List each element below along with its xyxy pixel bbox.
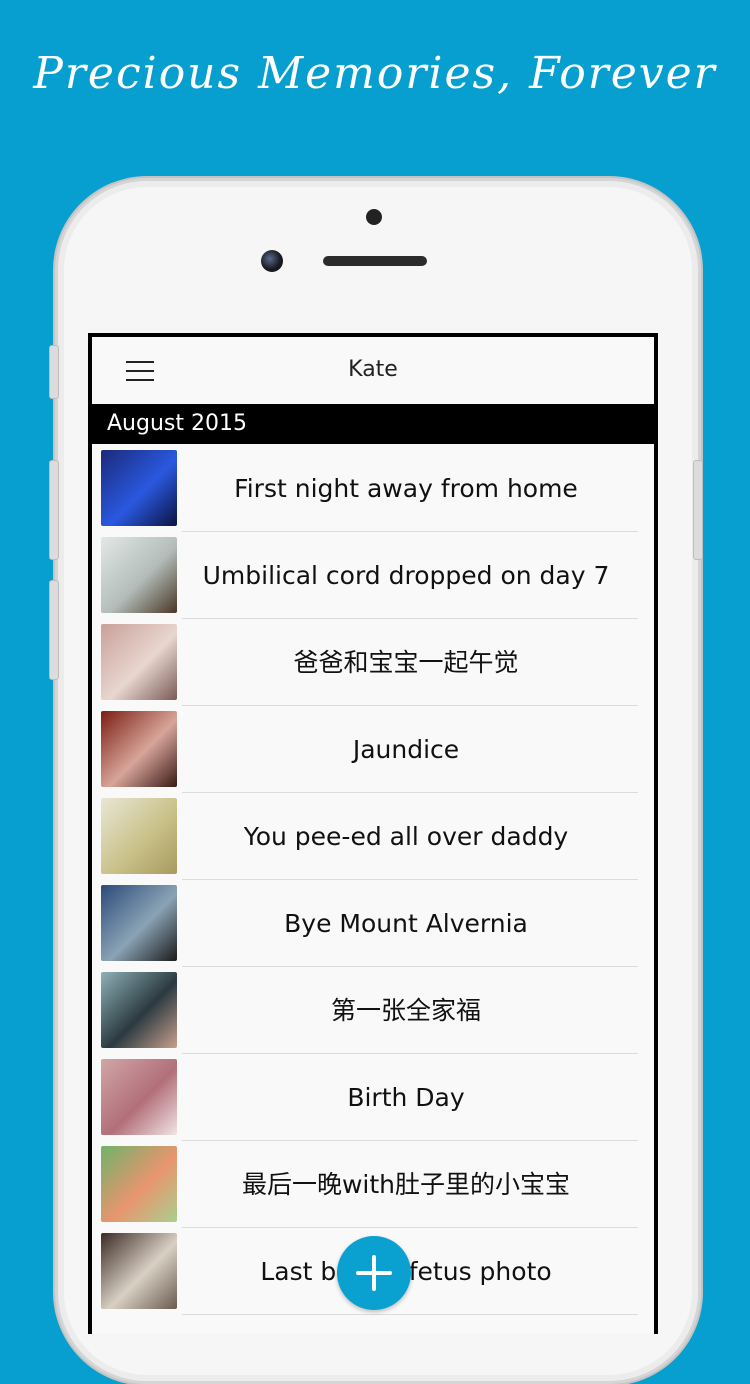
memory-title: 第一张全家福 xyxy=(330,996,481,1025)
phone-power-button xyxy=(693,460,703,560)
front-camera xyxy=(261,250,283,272)
phone-volume-down xyxy=(49,580,59,680)
list-item[interactable]: Umbilical cord dropped on day 7 xyxy=(92,532,654,619)
list-item[interactable]: You pee-ed all over daddy xyxy=(92,793,654,880)
memory-thumbnail xyxy=(101,798,177,874)
row-divider xyxy=(182,1314,638,1315)
month-section-header: August 2015 xyxy=(92,404,654,444)
list-item[interactable]: 最后一晚with肚子里的小宝宝 xyxy=(92,1141,654,1228)
memory-thumbnail xyxy=(101,885,177,961)
memory-thumbnail xyxy=(101,972,177,1048)
memory-title: Jaundice xyxy=(352,735,460,764)
list-item[interactable]: 爸爸和宝宝一起午觉 xyxy=(92,619,654,706)
add-memory-button[interactable] xyxy=(337,1236,411,1310)
list-item[interactable]: Jaundice xyxy=(92,706,654,793)
section-header-label: August 2015 xyxy=(107,411,247,436)
phone-sensor xyxy=(366,209,382,225)
nav-bar: Kate xyxy=(92,337,654,403)
list-item[interactable]: Bye Mount Alvernia xyxy=(92,880,654,967)
memory-title: 爸爸和宝宝一起午觉 xyxy=(293,648,519,677)
memory-title: Birth Day xyxy=(347,1083,465,1112)
app-screen: Kate August 2015 First night away from h… xyxy=(92,337,654,1334)
phone-volume-up xyxy=(49,460,59,560)
memory-thumbnail xyxy=(101,1059,177,1135)
memory-thumbnail xyxy=(101,711,177,787)
memory-title: 最后一晚with肚子里的小宝宝 xyxy=(241,1170,571,1199)
list-item[interactable]: First night away from home xyxy=(92,445,654,532)
memory-thumbnail xyxy=(101,450,177,526)
memory-title: Bye Mount Alvernia xyxy=(284,909,528,938)
page-title: Kate xyxy=(348,357,398,382)
memory-thumbnail xyxy=(101,1233,177,1309)
phone-speaker xyxy=(323,256,427,266)
memory-title: You pee-ed all over daddy xyxy=(243,822,569,851)
phone-screen: Kate August 2015 First night away from h… xyxy=(88,333,658,1334)
memory-thumbnail xyxy=(101,1146,177,1222)
memory-title: First night away from home xyxy=(234,474,578,503)
phone-mute-switch xyxy=(49,345,59,399)
memory-thumbnail xyxy=(101,624,177,700)
tagline: Precious Memories, Forever xyxy=(33,48,717,99)
list-item[interactable]: Birth Day xyxy=(92,1054,654,1141)
memory-title: Umbilical cord dropped on day 7 xyxy=(202,561,610,590)
memory-thumbnail xyxy=(101,537,177,613)
list-item[interactable]: 第一张全家福 xyxy=(92,967,654,1054)
